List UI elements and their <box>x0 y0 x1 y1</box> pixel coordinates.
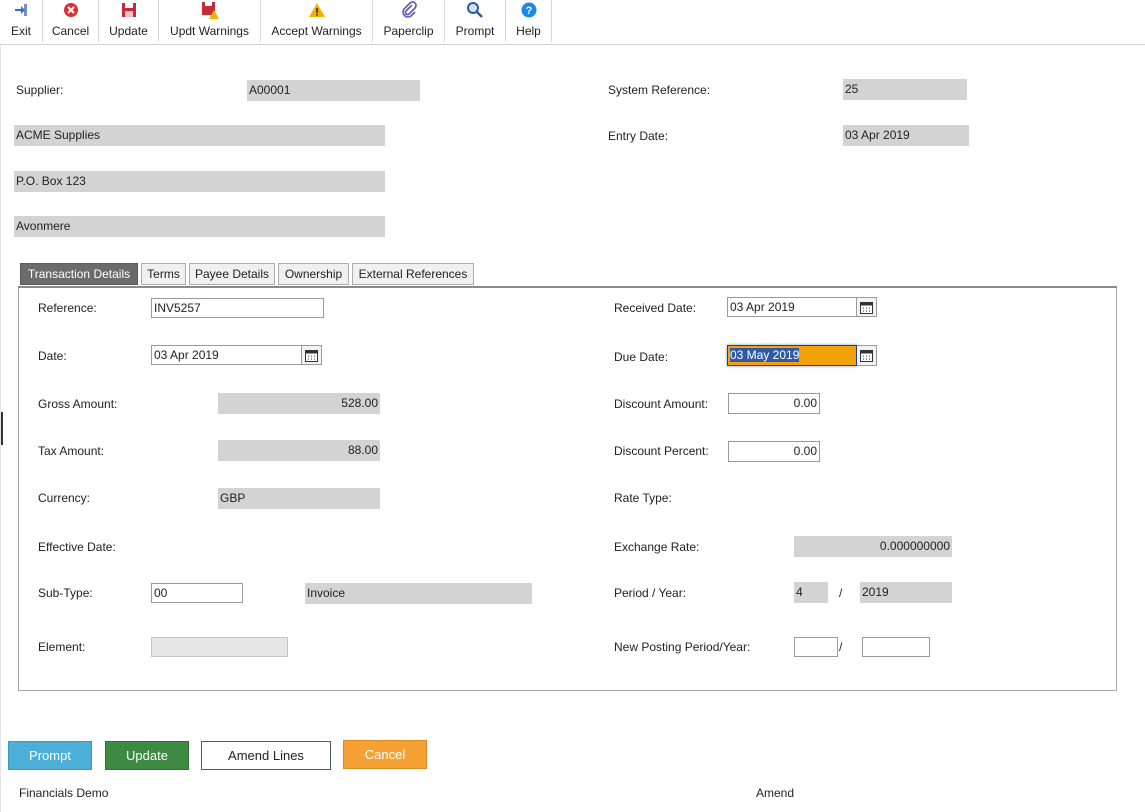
tax-amount-field: 88.00 <box>218 440 380 461</box>
received-date-calendar-button[interactable] <box>857 297 877 317</box>
new-period-input[interactable] <box>794 637 838 657</box>
app-name: Financials Demo <box>19 786 109 800</box>
paperclip-icon <box>401 1 417 18</box>
element-field <box>151 637 288 657</box>
discount-percent-label: Discount Percent: <box>614 444 709 458</box>
date-input[interactable]: 03 Apr 2019 <box>151 345 302 365</box>
paperclip-button[interactable]: Paperclip <box>373 0 445 42</box>
exit-button[interactable]: Exit <box>0 0 43 42</box>
update-label: Update <box>109 24 148 38</box>
toolbar: Exit Cancel Update Updt Warnings Accept … <box>0 0 552 42</box>
update-button[interactable]: Update <box>105 741 189 770</box>
prompt-button[interactable]: Prompt <box>8 741 92 770</box>
supplier-label: Supplier: <box>16 83 64 97</box>
date-label: Date: <box>38 349 67 363</box>
tab-panel-top-border <box>18 286 1117 288</box>
discount-amount-label: Discount Amount: <box>614 397 709 411</box>
discount-percent-input[interactable]: 0.00 <box>728 441 820 462</box>
discount-amount-input[interactable]: 0.00 <box>728 393 820 414</box>
address-line2-field: Avonmere <box>14 216 385 237</box>
accept-warnings-button[interactable]: Accept Warnings <box>261 0 373 42</box>
received-date-label: Received Date: <box>614 301 697 315</box>
cancel-button[interactable]: Cancel <box>343 740 427 769</box>
exit-label: Exit <box>10 24 31 38</box>
effective-date-label: Effective Date: <box>38 540 116 554</box>
new-period-year-separator: / <box>839 640 843 654</box>
supplier-code-field: A00001 <box>247 80 420 101</box>
help-label: Help <box>516 24 541 38</box>
paperclip-label: Paperclip <box>383 24 434 38</box>
element-label: Element: <box>38 640 86 654</box>
year-field: 2019 <box>860 582 952 603</box>
tab-external-references[interactable]: External References <box>352 263 474 285</box>
warning-triangle-icon <box>308 3 325 17</box>
prompt-toolbar-button[interactable]: Prompt <box>445 0 506 42</box>
cancel-label: Cancel <box>51 24 90 38</box>
update-toolbar-button[interactable]: Update <box>99 0 159 42</box>
prompt-label: Prompt <box>455 24 495 38</box>
due-date-calendar-button[interactable] <box>857 345 877 366</box>
supplier-name-field: ACME Supplies <box>14 125 385 146</box>
cancel-x-icon <box>63 3 78 17</box>
cancel-toolbar-button[interactable]: Cancel <box>43 0 99 42</box>
save-warning-icon <box>201 2 219 19</box>
currency-label: Currency: <box>38 491 91 505</box>
exchange-rate-label: Exchange Rate: <box>614 540 700 554</box>
address-line1-field: P.O. Box 123 <box>14 171 385 192</box>
date-calendar-button[interactable] <box>302 345 322 365</box>
gross-amount-field: 528.00 <box>218 393 380 414</box>
system-reference-field: 25 <box>843 79 967 100</box>
svg-text:?: ? <box>525 5 532 17</box>
new-posting-period-label: New Posting Period/Year: <box>614 640 751 654</box>
updt-warnings-button[interactable]: Updt Warnings <box>159 0 261 42</box>
sub-type-label: Sub-Type: <box>38 586 93 600</box>
tab-terms[interactable]: Terms <box>141 263 186 285</box>
system-reference-label: System Reference: <box>608 83 711 97</box>
save-disk-icon <box>121 3 136 17</box>
period-year-label: Period / Year: <box>614 586 687 600</box>
calendar-icon <box>860 302 873 314</box>
currency-field: GBP <box>218 488 380 509</box>
exit-arrow-icon <box>15 4 27 16</box>
reference-input[interactable]: INV5257 <box>151 298 324 318</box>
tab-ownership[interactable]: Ownership <box>278 263 349 285</box>
amend-lines-button[interactable]: Amend Lines <box>201 741 331 770</box>
magnifier-icon <box>467 2 483 18</box>
calendar-icon <box>860 350 873 362</box>
splitter-handle[interactable] <box>1 412 3 445</box>
mode-indicator: Amend <box>756 786 795 800</box>
tax-amount-label: Tax Amount: <box>38 444 105 458</box>
tab-transaction-details[interactable]: Transaction Details <box>20 263 138 285</box>
due-date-label: Due Date: <box>614 350 669 364</box>
calendar-icon <box>305 350 318 362</box>
accept-warnings-label: Accept Warnings <box>271 24 362 38</box>
tab-payee-details[interactable]: Payee Details <box>189 263 275 285</box>
gross-amount-label: Gross Amount: <box>38 397 118 411</box>
rate-type-label: Rate Type: <box>614 491 672 505</box>
received-date-input[interactable]: 03 Apr 2019 <box>727 297 857 317</box>
due-date-selected-text: 03 May 2019 <box>730 348 800 362</box>
updt-warnings-label: Updt Warnings <box>170 24 249 38</box>
exchange-rate-field: 0.000000000 <box>794 536 952 557</box>
entry-date-label: Entry Date: <box>608 129 669 143</box>
period-field: 4 <box>794 582 828 603</box>
new-year-input[interactable] <box>862 637 930 657</box>
sub-type-input[interactable]: 00 <box>151 583 243 603</box>
sub-type-description-field: Invoice <box>305 583 532 604</box>
toolbar-divider <box>0 44 1145 45</box>
reference-label: Reference: <box>38 301 97 315</box>
help-button[interactable]: ? Help <box>506 0 552 42</box>
entry-date-field: 03 Apr 2019 <box>843 125 969 146</box>
period-year-separator: / <box>839 586 843 600</box>
help-question-icon: ? <box>521 2 536 18</box>
due-date-input[interactable]: 03 May 2019 <box>727 345 857 366</box>
